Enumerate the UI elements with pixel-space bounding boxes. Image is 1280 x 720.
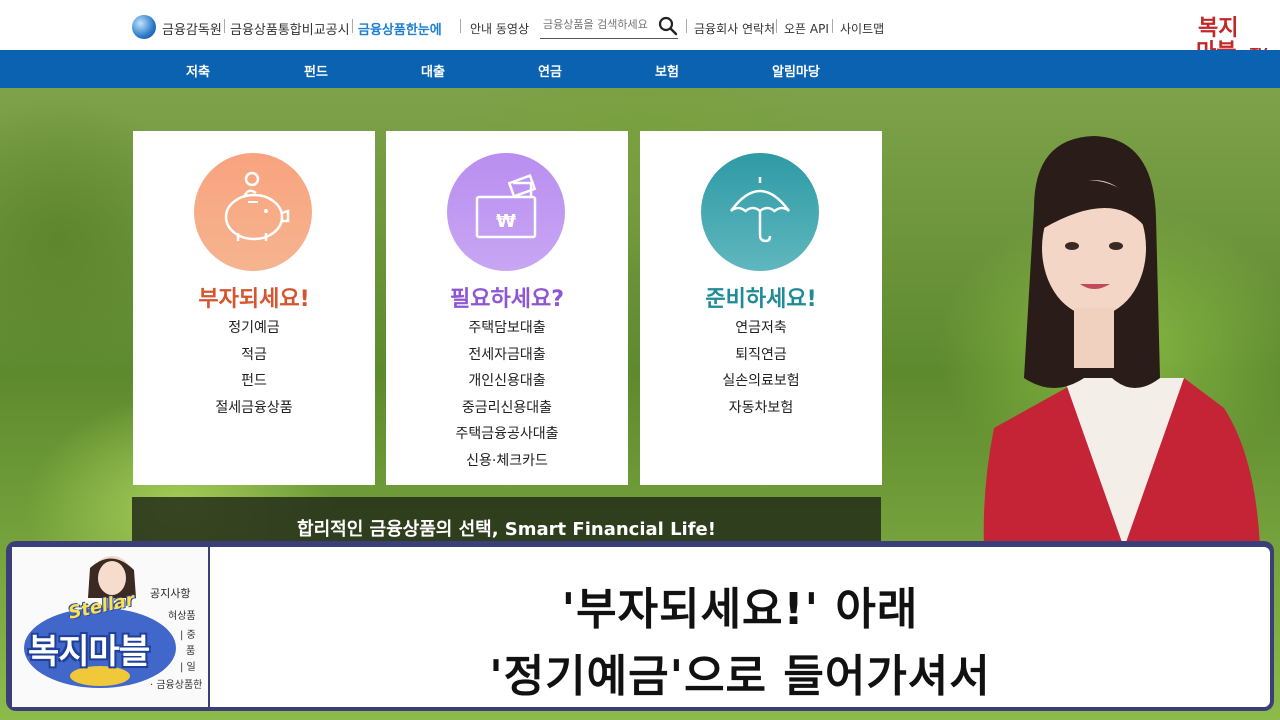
divider — [776, 19, 777, 33]
slogan-text: 합리적인 금융상품의 선택, Smart Financial Life! — [297, 519, 716, 540]
divider — [224, 19, 225, 33]
link-funds[interactable]: 펀드 — [133, 368, 375, 395]
link-hf-loan[interactable]: 주택금융공사대출 — [386, 421, 628, 448]
sitemap-link[interactable]: 사이트맵 — [840, 20, 884, 37]
link-car-insurance[interactable]: 자동차보험 — [640, 395, 882, 422]
nav-item-loans[interactable]: 대출 — [421, 61, 445, 80]
link-personal-credit-loan[interactable]: 개인신용대출 — [386, 368, 628, 395]
brand-site[interactable]: 금융상품한눈에 — [358, 19, 442, 38]
svg-text:₩: ₩ — [496, 211, 516, 232]
nav-item-savings[interactable]: 저축 — [186, 61, 210, 80]
piggy-bank-icon — [194, 153, 312, 271]
link-jeonse-loan[interactable]: 전세자금대출 — [386, 342, 628, 369]
open-api-link[interactable]: 오픈 API — [784, 20, 829, 37]
fss-logo-icon[interactable] — [132, 15, 156, 39]
site-header: 금융감독원 금융상품통합비교공시 금융상품한눈에 안내 동영상 금융회사 연락처… — [0, 0, 1280, 50]
card-loans: ₩ 필요하세요? 주택담보대출 전세자금대출 개인신용대출 중금리신용대출 주택… — [386, 131, 628, 485]
link-pension-savings[interactable]: 연금저축 — [640, 315, 882, 342]
search-icon[interactable] — [658, 16, 678, 36]
link-installment-savings[interactable]: 적금 — [133, 342, 375, 369]
card-prepare: 준비하세요! 연금저축 퇴직연금 실손의료보험 자동차보험 — [640, 131, 882, 485]
divider — [686, 19, 687, 33]
divider — [352, 19, 353, 33]
stellar-badge: Stellar 복지마블 — [20, 548, 190, 698]
link-mid-rate-loan[interactable]: 중금리신용대출 — [386, 395, 628, 422]
subtitle-line-1: '부자되세요!' 아래 — [561, 584, 919, 635]
card-title-prepare: 준비하세요! — [705, 287, 817, 312]
search-box — [540, 14, 678, 39]
card-title-loans: 필요하세요? — [450, 287, 564, 312]
card-savings: 부자되세요! 정기예금 적금 펀드 절세금융상품 — [133, 131, 375, 485]
nav-item-funds[interactable]: 펀드 — [304, 61, 328, 80]
search-input[interactable] — [543, 18, 655, 31]
nav-item-insurance[interactable]: 보험 — [655, 61, 679, 80]
brand-org[interactable]: 금융감독원 — [162, 19, 222, 38]
divider — [460, 19, 461, 33]
badge-name: 복지마블 — [28, 632, 150, 672]
nav-item-pension[interactable]: 연금 — [538, 61, 562, 80]
won-box-icon: ₩ — [447, 153, 565, 271]
guide-video-link[interactable]: 안내 동영상 — [470, 20, 529, 37]
nav-item-notices[interactable]: 알림마당 — [772, 61, 820, 80]
divider — [832, 19, 833, 33]
link-time-deposit[interactable]: 정기예금 — [133, 315, 375, 342]
link-retirement-pension[interactable]: 퇴직연금 — [640, 342, 882, 369]
link-medical-insurance[interactable]: 실손의료보험 — [640, 368, 882, 395]
main-nav: 저축 펀드 대출 연금 보험 알림마당 — [0, 50, 1280, 88]
presenter-figure — [983, 136, 1260, 548]
link-tax-saving-products[interactable]: 절세금융상품 — [133, 395, 375, 422]
link-credit-check-card[interactable]: 신용·체크카드 — [386, 448, 628, 475]
subtitle-line-2: '정기예금'으로 들어가셔서 — [489, 651, 991, 702]
card-title-savings: 부자되세요! — [198, 287, 310, 312]
link-mortgage-loan[interactable]: 주택담보대출 — [386, 315, 628, 342]
company-contacts-link[interactable]: 금융회사 연락처 — [694, 20, 775, 37]
umbrella-icon — [701, 153, 819, 271]
brand-service[interactable]: 금융상품통합비교공시 — [230, 19, 350, 38]
